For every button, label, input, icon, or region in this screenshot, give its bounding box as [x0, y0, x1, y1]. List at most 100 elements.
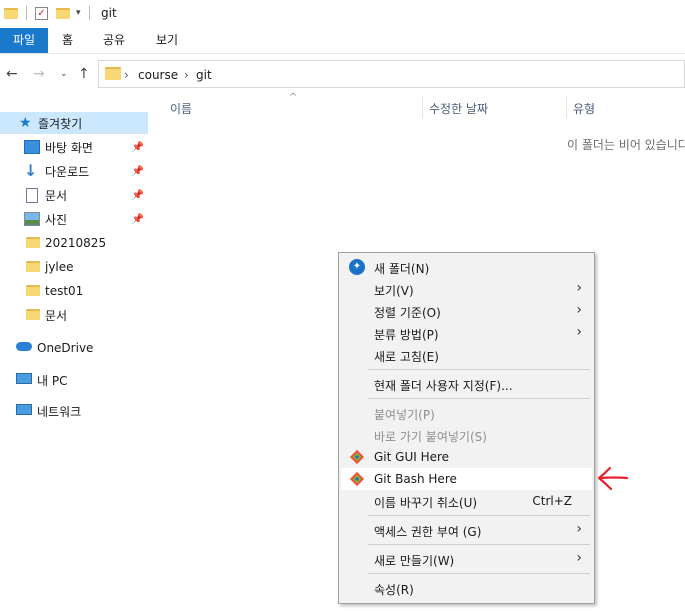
sidebar-item-onedrive[interactable]: OneDrive — [0, 337, 148, 359]
sidebar-item-this-pc[interactable]: 내 PC — [0, 369, 148, 391]
sidebar-item-pictures[interactable]: 사진 📌 — [0, 208, 148, 230]
column-divider[interactable] — [422, 96, 423, 118]
menu-item-label: 속성(R) — [374, 583, 414, 597]
folder-icon — [26, 285, 40, 296]
title-bar: ✓ ▾ git — [0, 0, 685, 28]
pin-icon: 📌 — [131, 213, 144, 225]
submenu-chevron-icon: › — [576, 302, 582, 318]
up-arrow-icon[interactable]: ↑ — [78, 66, 90, 82]
folder-icon[interactable] — [4, 7, 18, 19]
cloud-icon — [16, 342, 32, 351]
empty-folder-message: 이 폴더는 비어 있습니다. — [567, 138, 685, 152]
sidebar-item-label: 문서 — [45, 308, 68, 323]
toolbar-divider — [88, 6, 90, 20]
sidebar-item-network[interactable]: 네트워크 — [0, 400, 148, 422]
column-header-modified[interactable]: 수정한 날짜 — [429, 100, 488, 117]
menu-item-view[interactable]: 보기(V) › — [341, 278, 592, 300]
menu-item-label: 새로 고침(E) — [374, 350, 439, 364]
submenu-chevron-icon: › — [576, 521, 582, 537]
menu-separator — [368, 544, 590, 545]
new-folder-icon[interactable] — [56, 7, 70, 19]
recent-locations-chevron-icon[interactable]: ⌄ — [60, 69, 68, 79]
breadcrumb-separator-icon[interactable]: › — [124, 68, 129, 82]
sidebar-item-label: 사진 — [45, 212, 68, 227]
git-logo-icon — [349, 449, 365, 465]
sidebar-item-label: 문서 — [45, 188, 68, 203]
menu-item-properties[interactable]: 속성(R) — [341, 577, 592, 599]
menu-item-undo-rename[interactable]: 이름 바꾸기 취소(U) Ctrl+Z — [341, 490, 592, 512]
menu-item-label: 정렬 기준(O) — [374, 306, 441, 320]
properties-check-icon[interactable]: ✓ — [35, 6, 48, 20]
menu-item-git-gui[interactable]: Git GUI Here — [341, 446, 592, 468]
sort-ascending-chevron-icon: ^ — [289, 92, 298, 103]
sidebar-item-jylee[interactable]: jylee — [0, 256, 148, 278]
column-header-name[interactable]: 이름 — [170, 100, 192, 117]
tab-home[interactable]: 홈 — [62, 28, 73, 53]
menu-separator — [368, 573, 590, 574]
menu-item-label: 새로 만들기(W) — [374, 554, 455, 568]
quick-access-toolbar: ✓ ▾ — [4, 6, 90, 20]
menu-item-label: Git Bash Here — [374, 472, 457, 486]
menu-item-give-access[interactable]: 액세스 권한 부여 (G) › — [341, 519, 592, 541]
folder-icon — [26, 261, 40, 272]
menu-item-customize-folder[interactable]: 현재 폴더 사용자 지정(F)... — [341, 373, 592, 395]
sidebar-item-desktop[interactable]: 바탕 화면 📌 — [0, 136, 148, 158]
new-folder-plus-icon: ✦ — [349, 259, 365, 275]
sidebar-item-20210825[interactable]: 20210825 — [0, 232, 148, 254]
sidebar-item-label: jylee — [45, 260, 74, 274]
pin-icon: 📌 — [131, 189, 144, 201]
customize-toolbar-chevron-icon[interactable]: ▾ — [76, 8, 81, 18]
menu-item-label: 액세스 권한 부여 (G) — [374, 525, 482, 539]
menu-item-label: 분류 방법(P) — [374, 328, 439, 342]
sidebar-item-documents-folder[interactable]: 문서 — [0, 304, 148, 326]
column-divider[interactable] — [566, 96, 567, 118]
tab-view[interactable]: 보기 — [156, 28, 178, 53]
toolbar-divider — [26, 6, 27, 20]
sidebar-item-downloads[interactable]: ↓ 다운로드 📌 — [0, 160, 148, 182]
sidebar-item-label: 즐겨찾기 — [38, 116, 83, 131]
tab-share[interactable]: 공유 — [103, 28, 125, 53]
forward-arrow-icon[interactable]: → — [33, 66, 45, 82]
menu-separator — [368, 369, 590, 370]
breadcrumb-git[interactable]: git — [196, 68, 212, 82]
address-bar[interactable]: › course › git — [98, 60, 685, 88]
star-icon: ★ — [19, 115, 32, 131]
sidebar-item-quick-access[interactable]: ★ 즐겨찾기 — [0, 112, 148, 134]
breadcrumb-separator-icon[interactable]: › — [184, 68, 189, 82]
pin-icon: 📌 — [131, 165, 144, 177]
sidebar-item-label: 다운로드 — [45, 164, 90, 179]
folder-icon — [26, 237, 40, 248]
sidebar-item-label: 내 PC — [37, 373, 68, 388]
menu-item-label: Git GUI Here — [374, 450, 450, 464]
navigation-bar: ← → ⌄ ↑ › course › git — [0, 58, 685, 90]
back-arrow-icon[interactable]: ← — [6, 66, 18, 82]
menu-item-refresh[interactable]: 새로 고침(E) — [341, 344, 592, 366]
context-menu: ✦ 새 폴더(N) 보기(V) › 정렬 기준(O) › 분류 방법(P) › … — [338, 252, 595, 604]
tab-file[interactable]: 파일 — [0, 28, 48, 53]
sidebar-item-label: 바탕 화면 — [45, 140, 93, 155]
menu-item-new[interactable]: 새로 만들기(W) › — [341, 548, 592, 570]
menu-item-sort-by[interactable]: 정렬 기준(O) › — [341, 300, 592, 322]
menu-item-label: 현재 폴더 사용자 지정(F)... — [374, 379, 513, 393]
submenu-chevron-icon: › — [576, 280, 582, 296]
menu-item-git-bash[interactable]: Git Bash Here — [341, 468, 592, 490]
menu-item-label: 새 폴더(N) — [374, 262, 430, 276]
submenu-chevron-icon: › — [576, 550, 582, 566]
breadcrumb-course[interactable]: course — [138, 68, 178, 82]
menu-item-paste-shortcut[interactable]: 바로 가기 붙여넣기(S) — [341, 424, 592, 446]
menu-separator — [368, 515, 590, 516]
pin-icon: 📌 — [131, 141, 144, 153]
navigation-pane: ★ 즐겨찾기 바탕 화면 📌 ↓ 다운로드 📌 문서 📌 사진 📌 202108… — [0, 90, 150, 611]
network-icon — [16, 404, 32, 415]
sidebar-item-label: OneDrive — [37, 341, 94, 355]
menu-item-paste[interactable]: 붙여넣기(P) — [341, 402, 592, 424]
sidebar-item-documents[interactable]: 문서 📌 — [0, 184, 148, 206]
git-logo-icon — [349, 471, 365, 487]
sidebar-item-test01[interactable]: test01 — [0, 280, 148, 302]
column-header-type[interactable]: 유형 — [573, 100, 595, 117]
sidebar-item-label: test01 — [45, 284, 84, 298]
menu-item-new-folder[interactable]: ✦ 새 폴더(N) — [341, 256, 592, 278]
folder-icon — [26, 309, 40, 320]
document-icon — [26, 187, 38, 203]
menu-item-group-by[interactable]: 분류 방법(P) › — [341, 322, 592, 344]
